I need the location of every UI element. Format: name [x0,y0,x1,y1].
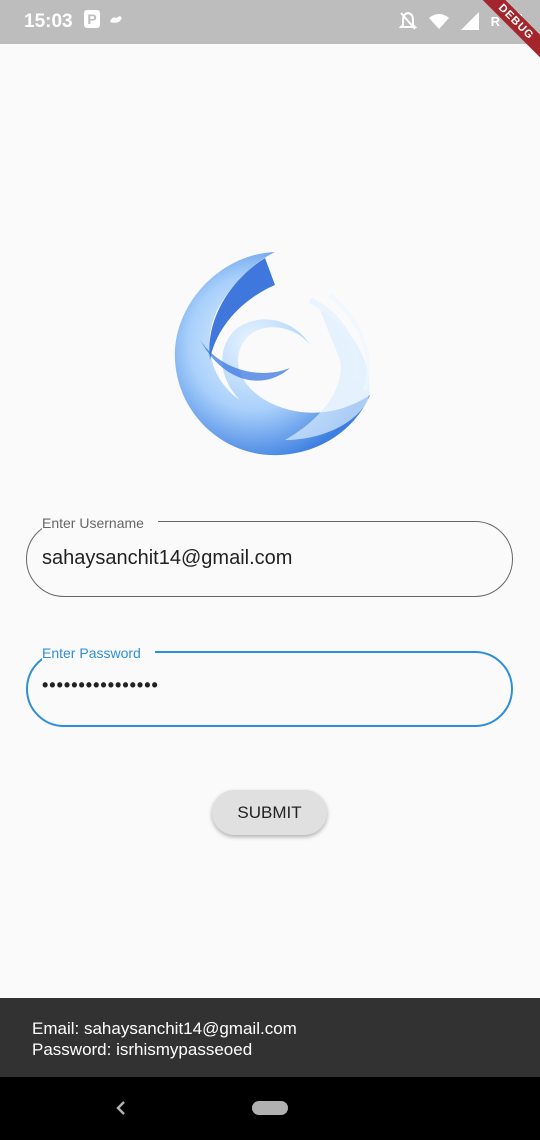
username-label: Enter Username [42,515,158,531]
snackbar-email-line: Email: sahaysanchit14@gmail.com [32,1019,297,1038]
notifications-off-icon [398,11,417,30]
cat-icon [110,16,122,23]
status-bar: 15:03 P R [0,0,540,44]
parking-icon: P [84,10,100,28]
wifi-icon [428,14,449,29]
password-label: Enter Password [42,645,155,661]
password-input[interactable]: •••••••••••••••• [42,675,159,696]
snackbar: Email: sahaysanchit14@gmail.com Password… [0,998,540,1077]
status-time: 15:03 [24,11,73,32]
back-icon[interactable] [112,1097,130,1119]
snackbar-password-line: Password: isrhismypasseoed [32,1040,253,1059]
submit-button[interactable]: SUBMIT [212,790,327,835]
home-pill-icon[interactable] [252,1101,288,1115]
app-logo-icon [174,252,371,456]
username-input[interactable]: sahaysanchit14@gmail.com [42,547,292,570]
signal-icon [460,12,479,30]
navigation-bar [0,1077,540,1140]
